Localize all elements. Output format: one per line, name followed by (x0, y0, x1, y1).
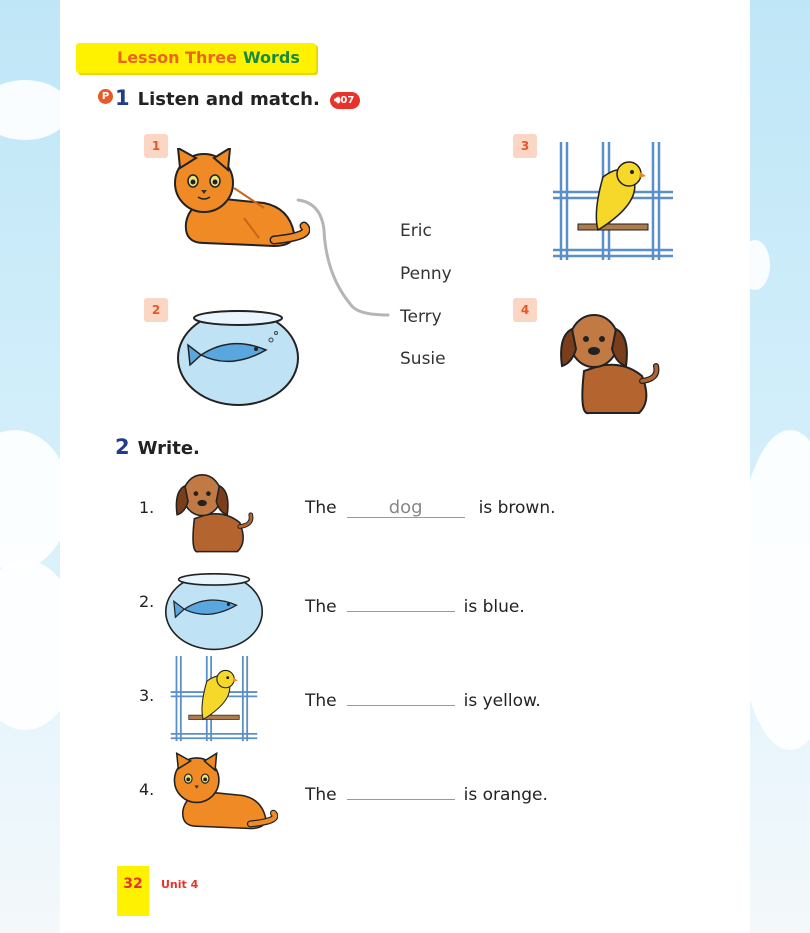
sentence-end: is yellow. (463, 691, 541, 711)
answer-blank-2[interactable] (346, 591, 455, 612)
sentence-start: The (305, 498, 337, 518)
lesson-label: Lesson Three (117, 48, 237, 67)
cat-picture[interactable] (164, 148, 310, 254)
section2-title: Write. (137, 438, 200, 459)
section1-title: Listen and match. (137, 89, 320, 110)
answer-blank-4[interactable] (346, 779, 455, 800)
section1-number: 1 (115, 86, 130, 110)
matching-line (296, 198, 390, 317)
picture-number-2: 2 (144, 298, 168, 322)
section2-number: 2 (115, 435, 130, 459)
practice-badge: P (98, 89, 113, 104)
write-row-3-number: 3. (139, 686, 155, 705)
picture-number-3: 3 (513, 134, 537, 158)
dog-picture[interactable] (544, 311, 664, 419)
section2-heading: 2 Write. (115, 435, 200, 459)
dog-picture (175, 474, 254, 553)
section1-heading: 1 Listen and match. 🔊︎07 (115, 86, 361, 110)
sentence-end: is blue. (463, 597, 525, 617)
sentence-start: The (305, 785, 337, 805)
name-eric[interactable]: Eric (400, 221, 432, 241)
sentence-end: is brown. (478, 498, 556, 518)
audio-track-button[interactable]: 🔊︎07 (330, 91, 361, 109)
workbook-page: Lesson Three Words P 1 Listen and match. 🔊… (60, 0, 750, 933)
answer-blank-3[interactable] (346, 685, 455, 706)
bird-cage-picture[interactable] (553, 142, 673, 264)
bird-cage-picture (170, 656, 258, 742)
fishbowl-picture[interactable] (176, 305, 300, 407)
audio-track-number: 07 (340, 94, 355, 106)
write-row-4-number: 4. (139, 780, 155, 799)
name-penny[interactable]: Penny (400, 264, 452, 284)
sentence-end: is orange. (463, 785, 548, 805)
answer-blank-1[interactable]: dog (346, 497, 465, 518)
write-row-2-number: 2. (139, 592, 155, 611)
cat-picture (173, 752, 278, 830)
page-number: 32 (117, 866, 149, 916)
unit-label: Unit 4 (161, 878, 199, 891)
lesson-banner: Lesson Three Words (76, 43, 316, 73)
name-susie[interactable]: Susie (400, 349, 446, 369)
write-row-1-number: 1. (139, 498, 155, 517)
write-row-4: The is orange. (305, 779, 548, 805)
write-row-3: The is yellow. (305, 685, 541, 711)
write-row-2: The is blue. (305, 591, 525, 617)
picture-number-4: 4 (513, 298, 537, 322)
sentence-start: The (305, 597, 337, 617)
write-row-1: The dog is brown. (305, 497, 556, 518)
sentence-start: The (305, 691, 337, 711)
lesson-topic: Words (242, 48, 300, 67)
fishbowl-picture (164, 573, 264, 651)
name-terry[interactable]: Terry (400, 307, 442, 327)
